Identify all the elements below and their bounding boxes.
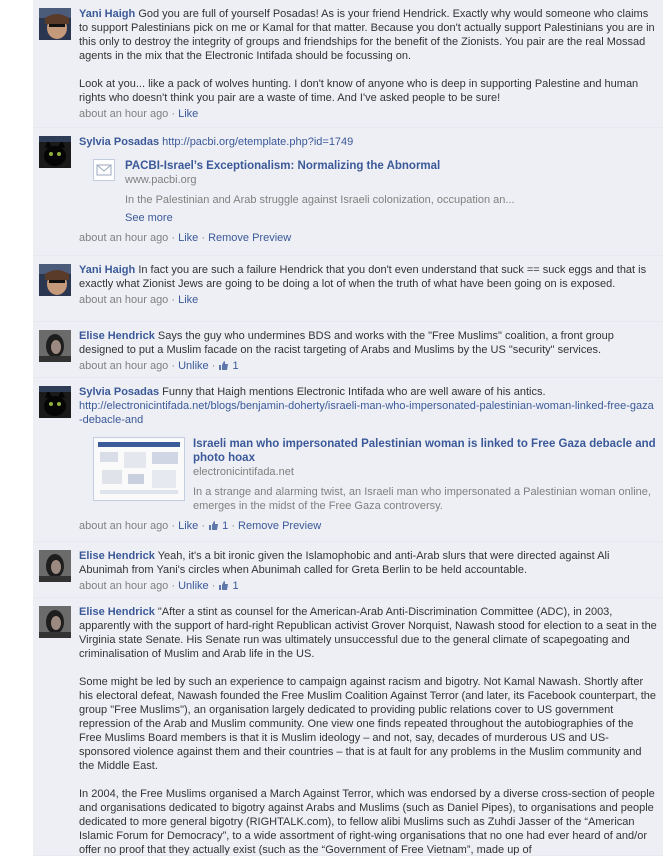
- comment-link[interactable]: http://pacbi.org/etemplate.php?id=1749: [162, 136, 353, 148]
- comment-author[interactable]: Elise Hendrick: [79, 330, 155, 342]
- timestamp: about an hour ago: [79, 232, 169, 244]
- remove-preview-link[interactable]: Remove Preview: [208, 232, 291, 244]
- profile-picture: [39, 606, 71, 638]
- preview-title[interactable]: Israeli man who impersonated Palestinian…: [193, 438, 656, 464]
- like-count-value: 1: [232, 360, 239, 372]
- comment: Yani Haigh God you are full of yourself …: [33, 0, 663, 128]
- avatar[interactable]: [39, 8, 71, 40]
- comment: Elise Hendrick "After a stint as counsel…: [33, 598, 663, 856]
- timestamp: about an hour ago: [79, 580, 169, 592]
- comment-text: God you are full of yourself Posadas! As…: [79, 8, 655, 62]
- comment-text: Yeah, it's a bit ironic given the Islamo…: [79, 550, 610, 576]
- comment-text: Says the guy who undermines BDS and work…: [79, 330, 614, 356]
- comment-meta: about an hour ago · Like · Remove Previe…: [79, 232, 292, 244]
- avatar[interactable]: [39, 550, 71, 582]
- profile-picture: [39, 264, 71, 296]
- thumbs-up-icon: [219, 361, 229, 370]
- comment-meta: about an hour ago · Like · 1 · Remove Pr…: [79, 520, 322, 532]
- like-link[interactable]: Like: [178, 108, 198, 120]
- comment-author[interactable]: Sylvia Posadas: [79, 136, 159, 148]
- avatar[interactable]: [39, 606, 71, 638]
- comment-text: In fact you are such a failure Hendrick …: [79, 264, 647, 290]
- avatar[interactable]: [39, 264, 71, 296]
- like-count[interactable]: 1: [208, 520, 231, 532]
- preview-title[interactable]: PACBI-Israel’s Exceptionalism: Normalizi…: [125, 160, 440, 172]
- like-count-value: 1: [232, 580, 239, 592]
- like-count-value: 1: [222, 520, 229, 532]
- link-preview: Israeli man who impersonated Palestinian…: [93, 437, 657, 513]
- profile-picture: [39, 550, 71, 582]
- comment: Elise Hendrick Says the guy who undermin…: [33, 322, 663, 378]
- avatar[interactable]: [39, 136, 71, 168]
- like-count[interactable]: 1: [218, 360, 239, 372]
- preview-description: In the Palestinian and Arab struggle aga…: [125, 194, 515, 206]
- comment-text: Funny that Haigh mentions Electronic Int…: [162, 386, 546, 398]
- comment: Sylvia Posadas http://pacbi.org/etemplat…: [33, 128, 663, 256]
- timestamp: about an hour ago: [79, 520, 169, 532]
- comment-feed: Yani Haigh God you are full of yourself …: [0, 0, 668, 856]
- remove-preview-link[interactable]: Remove Preview: [238, 520, 321, 532]
- comment-text: In 2004, the Free Muslims organised a Ma…: [79, 788, 655, 856]
- profile-picture: [39, 330, 71, 362]
- timestamp: about an hour ago: [79, 360, 169, 372]
- comment-meta: about an hour ago · Like: [79, 108, 199, 120]
- comment: Yani Haigh In fact you are such a failur…: [33, 256, 663, 322]
- profile-picture: [39, 386, 71, 418]
- like-link[interactable]: Like: [178, 232, 198, 244]
- preview-domain: www.pacbi.org: [125, 174, 197, 186]
- preview-domain: electronicintifada.net: [193, 466, 294, 478]
- comment-meta: about an hour ago · Unlike · 1: [79, 360, 239, 372]
- comment-text: Some might be led by such an experience …: [79, 676, 656, 772]
- comment: Sylvia Posadas Funny that Haigh mentions…: [33, 378, 663, 542]
- link-preview: PACBI-Israel’s Exceptionalism: Normalizi…: [93, 159, 657, 225]
- like-count[interactable]: 1: [218, 580, 239, 592]
- comment-author[interactable]: Yani Haigh: [79, 264, 135, 276]
- preview-thumbnail[interactable]: [93, 437, 185, 501]
- timestamp: about an hour ago: [79, 294, 169, 306]
- profile-picture: [39, 136, 71, 168]
- preview-description: In a strange and alarming twist, an Isra…: [193, 486, 651, 512]
- profile-picture: [39, 8, 71, 40]
- comment-text: "After a stint as counsel for the Americ…: [79, 606, 657, 660]
- avatar[interactable]: [39, 330, 71, 362]
- link-icon: [93, 159, 115, 181]
- comment: Elise Hendrick Yeah, it's a bit ironic g…: [33, 542, 663, 598]
- comment-author[interactable]: Sylvia Posadas: [79, 386, 159, 398]
- like-link[interactable]: Like: [178, 294, 198, 306]
- unlike-link[interactable]: Unlike: [178, 360, 209, 372]
- like-link[interactable]: Like: [178, 520, 198, 532]
- avatar[interactable]: [39, 386, 71, 418]
- comment-link[interactable]: http://electronicintifada.net/blogs/benj…: [79, 400, 654, 426]
- comment-author[interactable]: Yani Haigh: [79, 8, 135, 20]
- comment-author[interactable]: Elise Hendrick: [79, 550, 155, 562]
- see-more-link[interactable]: See more: [125, 211, 657, 225]
- thumbs-up-icon: [209, 521, 219, 530]
- comment-author[interactable]: Elise Hendrick: [79, 606, 155, 618]
- thumbs-up-icon: [219, 581, 229, 590]
- unlike-link[interactable]: Unlike: [178, 580, 209, 592]
- timestamp: about an hour ago: [79, 108, 169, 120]
- comment-text: Look at you... like a pack of wolves hun…: [79, 78, 639, 104]
- comment-meta: about an hour ago · Unlike · 1: [79, 580, 239, 592]
- comment-meta: about an hour ago · Like: [79, 294, 199, 306]
